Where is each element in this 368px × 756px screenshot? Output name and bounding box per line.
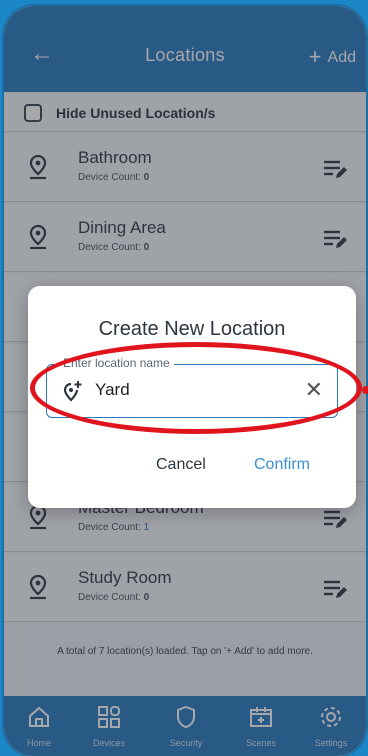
- confirm-button[interactable]: Confirm: [254, 456, 310, 474]
- annotation-circle: [30, 342, 362, 434]
- background: ← Locations + Add Hide Unused Location/s …: [0, 0, 368, 756]
- cancel-button[interactable]: Cancel: [156, 456, 206, 474]
- annotation-dot: [362, 386, 368, 394]
- dialog-title: Create New Location: [98, 318, 286, 340]
